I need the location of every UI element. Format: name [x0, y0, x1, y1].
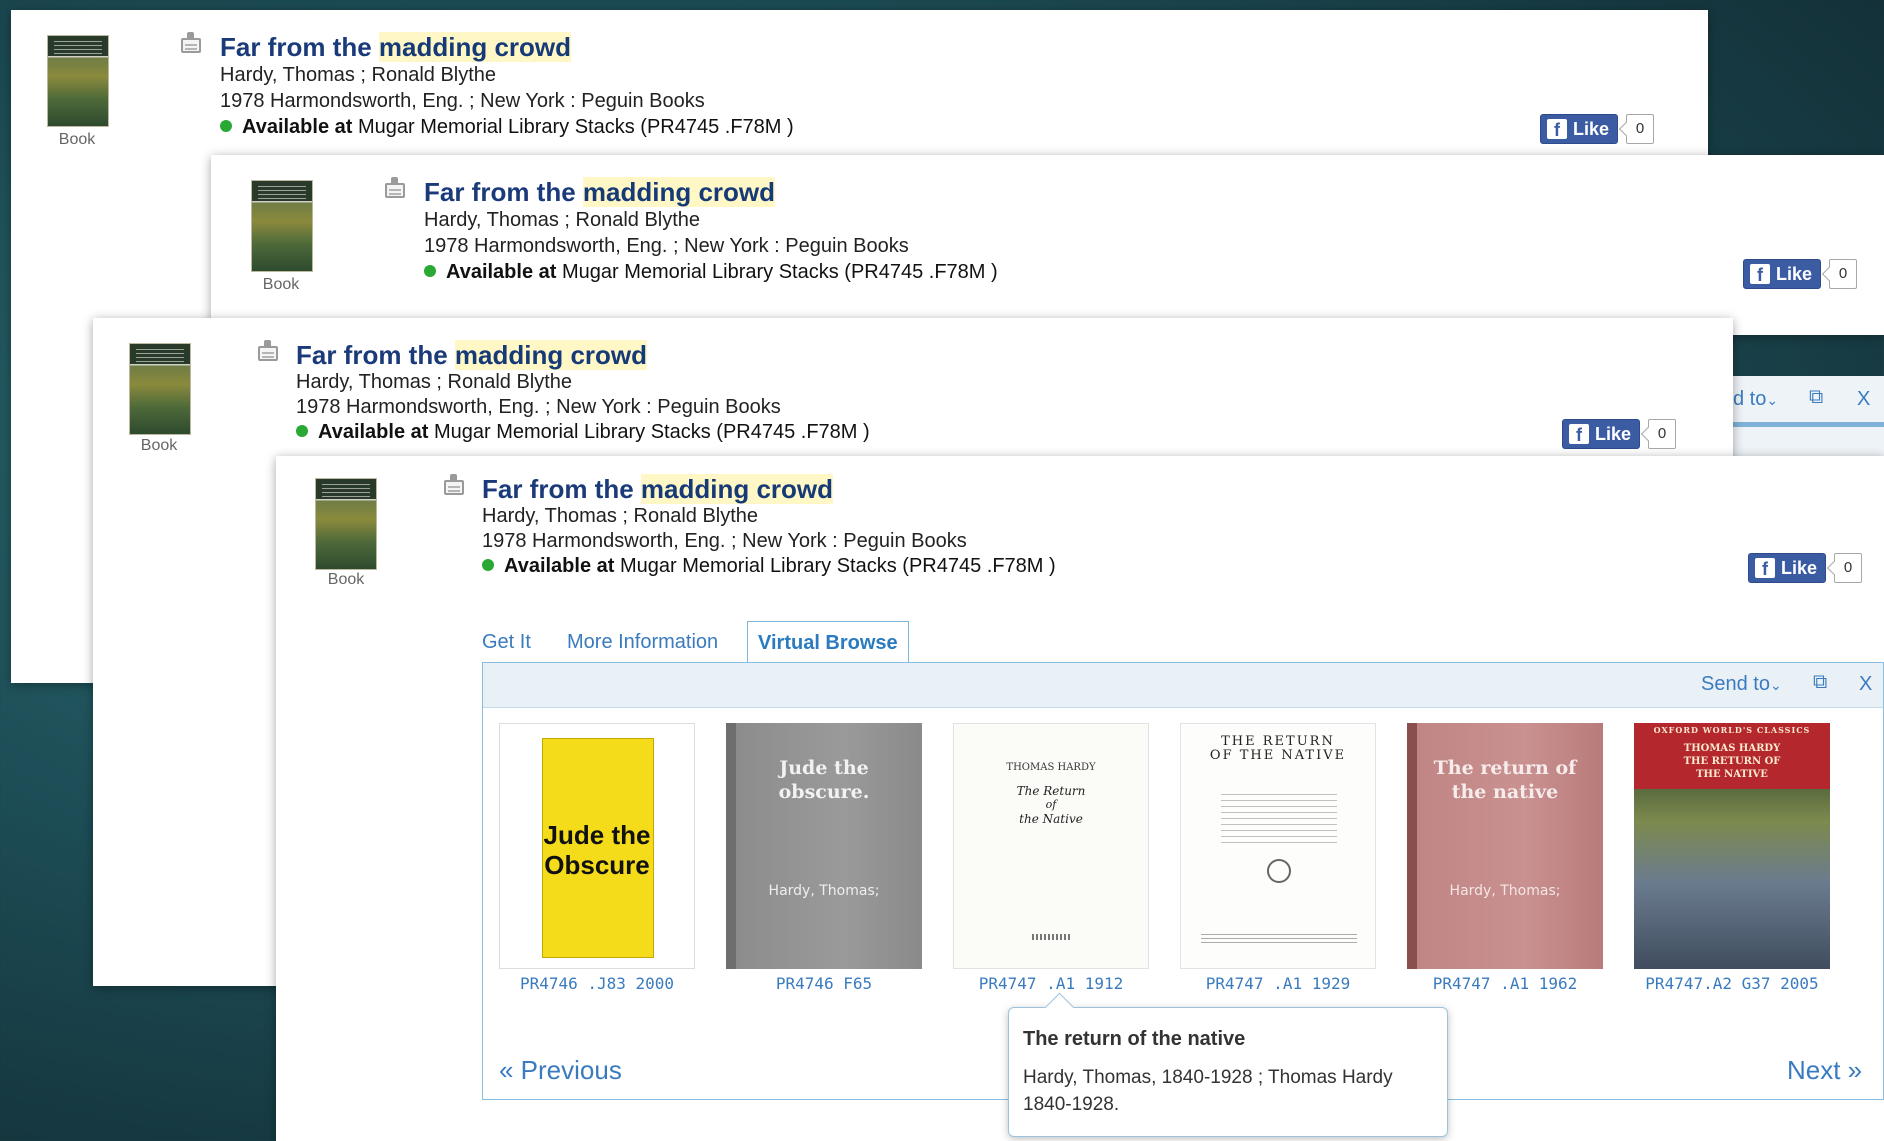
send-to-link-partial[interactable]: d to⌄: [1733, 388, 1778, 411]
record-icon: [383, 177, 407, 199]
facebook-icon: f: [1755, 558, 1775, 579]
facebook-like[interactable]: f Like 0: [1743, 259, 1858, 289]
book-cover[interactable]: Jude the Obscure: [499, 723, 695, 969]
record-title[interactable]: Far from the madding crowd: [482, 474, 834, 505]
tab-more-information[interactable]: More Information: [567, 621, 718, 663]
facebook-like[interactable]: f Like 0: [1748, 553, 1863, 583]
chevron-down-icon: ⌄: [1769, 677, 1782, 693]
record-icon: [179, 32, 203, 54]
record-card-2: Book Far from the madding crowd Hardy, T…: [211, 155, 1884, 335]
next-page-link[interactable]: Next »: [1787, 1055, 1862, 1086]
availability-status[interactable]: Available at Mugar Memorial Library Stac…: [424, 261, 998, 284]
like-count: 0: [1626, 114, 1655, 144]
format-label: Book: [140, 437, 178, 454]
call-number[interactable]: PR4747 .A1 1962: [1395, 974, 1615, 993]
book-cover[interactable]: Jude the obscure. Hardy, Thomas;: [726, 723, 922, 969]
book-cover-thumbnail[interactable]: [129, 343, 191, 435]
available-dot-icon: [220, 120, 232, 132]
book-cover[interactable]: THE RETURN OF THE NATIVE: [1180, 723, 1376, 969]
record-author: Hardy, Thomas ; Ronald Blythe: [220, 64, 497, 86]
book-tooltip: The return of the native Hardy, Thomas, …: [1008, 1007, 1448, 1137]
availability-status[interactable]: Available at Mugar Memorial Library Stac…: [296, 421, 870, 444]
chevron-down-icon: ⌄: [1766, 392, 1779, 408]
popout-icon[interactable]: ⧉: [1813, 671, 1827, 694]
available-dot-icon: [296, 425, 308, 437]
book-cover-thumbnail[interactable]: [47, 35, 109, 127]
record-title[interactable]: Far from the madding crowd: [220, 32, 572, 63]
record-title[interactable]: Far from the madding crowd: [424, 177, 776, 208]
panel-toolbar: Send to⌄ ⧉ X: [483, 663, 1883, 708]
close-icon[interactable]: X: [1857, 388, 1870, 411]
call-number[interactable]: PR4746 F65: [714, 974, 934, 993]
record-publication: 1978 Harmondsworth, Eng. ; New York : Pe…: [220, 90, 705, 112]
record-publication: 1978 Harmondsworth, Eng. ; New York : Pe…: [424, 235, 909, 257]
availability-status[interactable]: Available at Mugar Memorial Library Stac…: [220, 116, 794, 139]
publisher-emblem-icon: [1267, 859, 1291, 883]
format-label: Book: [262, 276, 300, 293]
book-cover[interactable]: OXFORD WORLD'S CLASSICS THOMAS HARDY THE…: [1634, 723, 1830, 969]
popout-icon[interactable]: ⧉: [1809, 386, 1823, 409]
record-publication: 1978 Harmondsworth, Eng. ; New York : Pe…: [482, 530, 967, 552]
call-number[interactable]: PR4747 .A1 1929: [1168, 974, 1388, 993]
format-label: Book: [327, 571, 365, 588]
record-author: Hardy, Thomas ; Ronald Blythe: [482, 505, 759, 527]
send-to-menu[interactable]: Send to⌄: [1701, 673, 1782, 696]
call-number[interactable]: PR4747 .A1 1912: [941, 974, 1161, 993]
tooltip-title: The return of the native: [1023, 1028, 1246, 1050]
ghost-toolbar: d to⌄ ⧉ X: [1716, 376, 1884, 456]
close-icon[interactable]: X: [1859, 673, 1872, 696]
tab-virtual-browse[interactable]: Virtual Browse: [747, 621, 909, 665]
facebook-like[interactable]: f Like 0: [1562, 419, 1677, 449]
divider: [1717, 422, 1884, 427]
previous-page-link[interactable]: « Previous: [499, 1055, 622, 1086]
facebook-icon: f: [1569, 424, 1589, 445]
format-label: Book: [58, 131, 96, 148]
record-publication: 1978 Harmondsworth, Eng. ; New York : Pe…: [296, 396, 781, 418]
availability-status[interactable]: Available at Mugar Memorial Library Stac…: [482, 555, 1056, 578]
like-count: 0: [1648, 419, 1677, 449]
available-dot-icon: [424, 265, 436, 277]
book-cover[interactable]: The return of the native Hardy, Thomas;: [1407, 723, 1603, 969]
call-number[interactable]: PR4746 .J83 2000: [487, 974, 707, 993]
tab-get-it[interactable]: Get It: [482, 621, 531, 663]
like-count: 0: [1834, 553, 1863, 583]
record-title[interactable]: Far from the madding crowd: [296, 340, 648, 371]
facebook-icon: f: [1750, 264, 1770, 285]
like-count: 0: [1829, 259, 1858, 289]
record-author: Hardy, Thomas ; Ronald Blythe: [424, 209, 701, 231]
record-icon: [442, 474, 466, 496]
tooltip-body: Hardy, Thomas, 1840-1928 ; Thomas Hardy …: [1023, 1067, 1393, 1115]
book-cover[interactable]: THOMAS HARDY The Return of the Native: [953, 723, 1149, 969]
facebook-like[interactable]: f Like 0: [1540, 114, 1655, 144]
available-dot-icon: [482, 559, 494, 571]
book-cover-thumbnail[interactable]: [315, 478, 377, 570]
record-author: Hardy, Thomas ; Ronald Blythe: [296, 371, 573, 393]
facebook-icon: f: [1547, 119, 1567, 140]
book-cover-thumbnail[interactable]: [251, 180, 313, 272]
record-icon: [256, 340, 280, 362]
call-number[interactable]: PR4747.A2 G37 2005: [1622, 974, 1842, 993]
